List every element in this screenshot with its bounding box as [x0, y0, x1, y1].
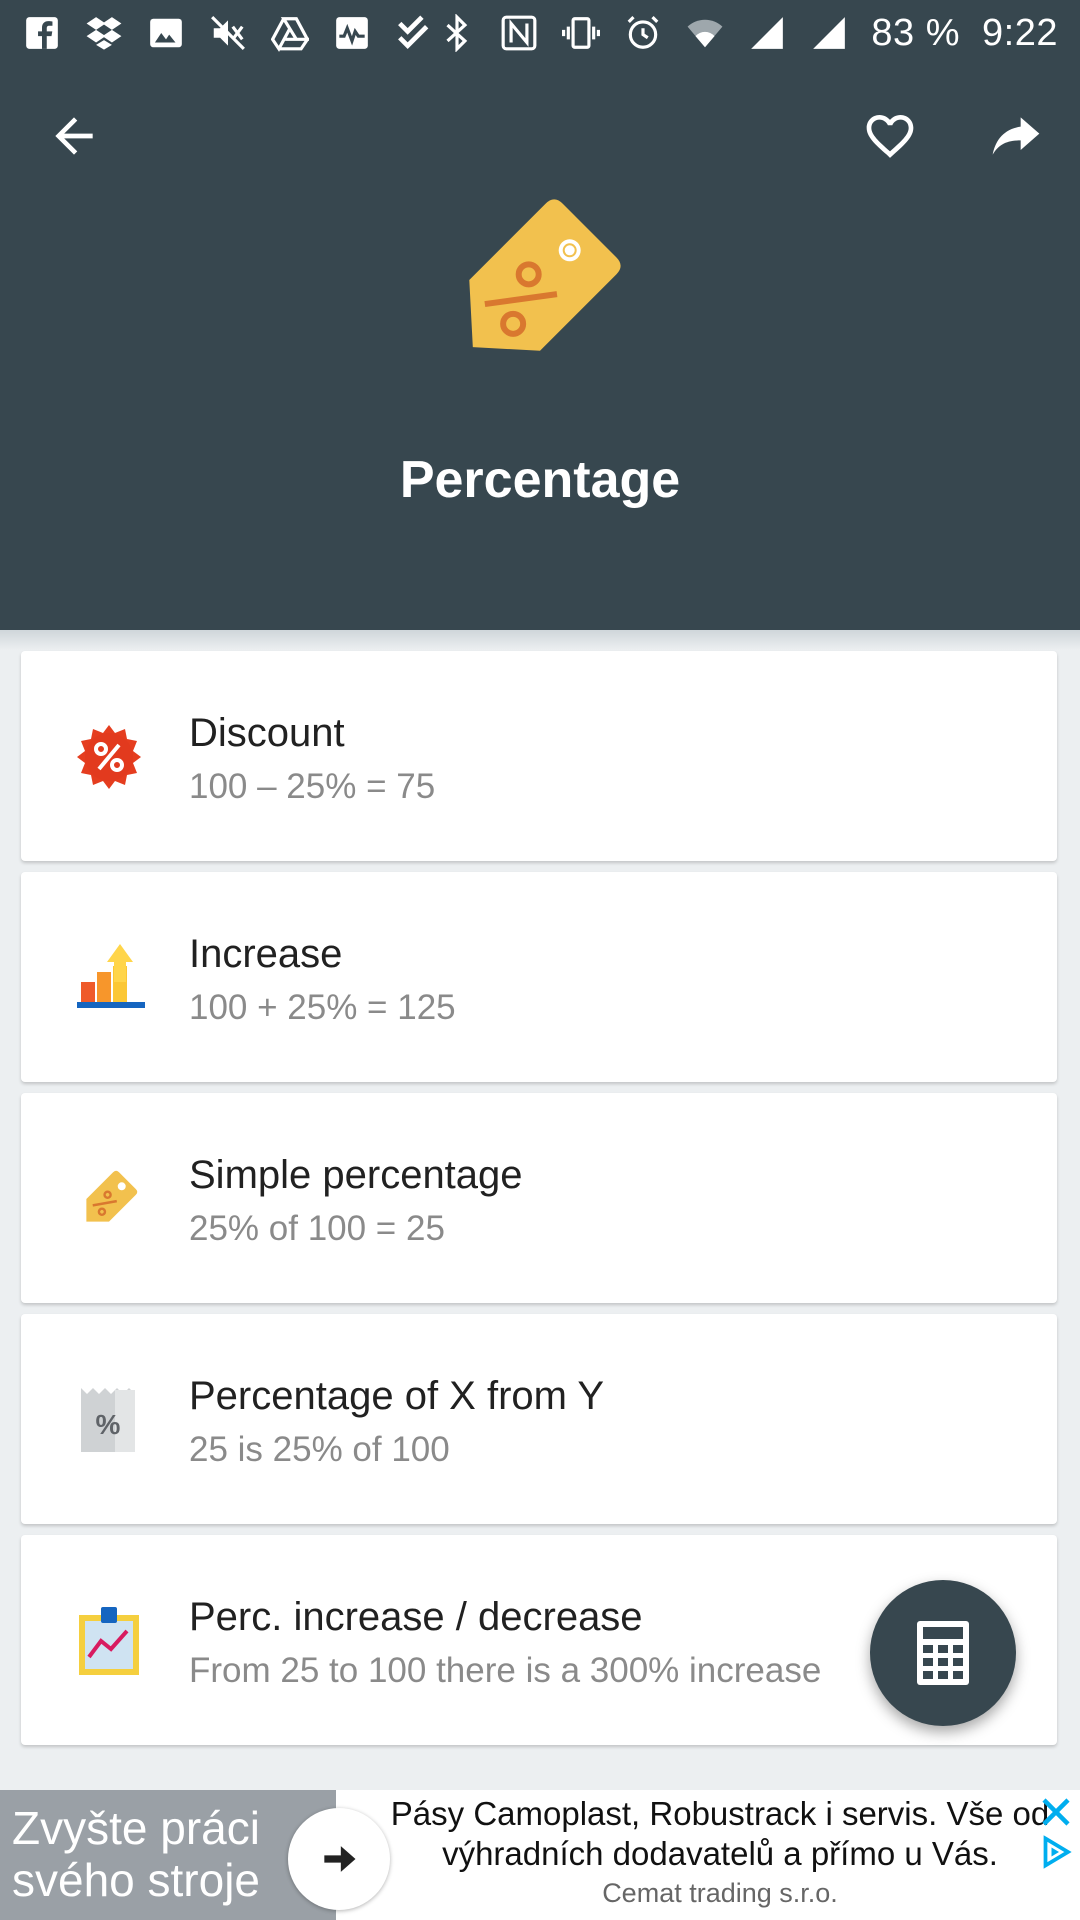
- vibrate-icon: [561, 13, 601, 53]
- ad-image-text[interactable]: Zvyšte práci svého stroje: [0, 1790, 336, 1920]
- signal-icon: [747, 13, 787, 53]
- wifi-icon: [685, 13, 725, 53]
- bluetooth-icon: [437, 13, 477, 53]
- arrow-right-icon: [324, 1846, 356, 1872]
- heart-outline-icon: [866, 115, 914, 158]
- calculator-icon: [917, 1621, 969, 1685]
- item-title: Simple percentage: [189, 1153, 523, 1197]
- list-item-percentage-of-x-from-y[interactable]: % Percentage of X from Y 25 is 25% of 10…: [21, 1314, 1057, 1524]
- checklist-icon: [394, 13, 434, 53]
- clipboard-chart-icon: [79, 1607, 139, 1675]
- percentage-tag-icon: [469, 199, 621, 351]
- share-button[interactable]: [980, 100, 1052, 172]
- drive-icon: [270, 13, 310, 53]
- clock: 9:22: [982, 11, 1058, 54]
- ad-open-button[interactable]: [288, 1808, 390, 1910]
- alarm-icon: [623, 13, 663, 53]
- list-item-discount[interactable]: Discount 100 – 25% = 75: [21, 651, 1057, 861]
- app-header: 83 % 9:22 Percentage: [0, 0, 1080, 630]
- list-item-increase[interactable]: Increase 100 + 25% = 125: [21, 872, 1057, 1082]
- item-subtitle: 100 – 25% = 75: [189, 767, 436, 806]
- price-tag-icon: [86, 1170, 138, 1222]
- receipt-percent-icon: %: [81, 1388, 135, 1452]
- arrow-back-icon: [55, 117, 93, 155]
- facebook-icon: [22, 13, 62, 53]
- list-item-simple-percentage[interactable]: Simple percentage 25% of 100 = 25: [21, 1093, 1057, 1303]
- item-subtitle: 25 is 25% of 100: [189, 1430, 450, 1469]
- svg-text:%: %: [96, 1409, 121, 1440]
- share-arrow-icon: [992, 117, 1040, 155]
- ad-left-line-2: svého stroje: [12, 1854, 261, 1906]
- dropbox-icon: [84, 13, 124, 53]
- item-title: Percentage of X from Y: [189, 1374, 605, 1418]
- ad-choices-icon[interactable]: [1038, 1834, 1074, 1870]
- battery-level: 83 %: [871, 11, 961, 54]
- ad-text[interactable]: Pásy Camoplast, Robustrack i servis. Vše…: [390, 1794, 1050, 1874]
- calculation-list: Discount 100 – 25% = 75 Increase 100 + 2…: [21, 651, 1057, 1756]
- status-bar: 83 % 9:22: [0, 0, 1080, 66]
- image-icon: [146, 13, 186, 53]
- signal-icon-2: [809, 13, 849, 53]
- ad-advertiser: Cemat trading s.r.o.: [602, 1878, 838, 1908]
- activity-icon: [332, 13, 372, 53]
- close-icon[interactable]: [1038, 1794, 1074, 1830]
- mute-icon: [208, 13, 248, 53]
- back-button[interactable]: [38, 100, 110, 172]
- item-title: Perc. increase / decrease: [189, 1595, 643, 1639]
- ad-banner[interactable]: Zvyšte práci svého stroje Pásy Camoplast…: [0, 1790, 1080, 1920]
- item-subtitle: 25% of 100 = 25: [189, 1209, 445, 1248]
- item-title: Discount: [189, 711, 345, 755]
- header-shadow: [0, 630, 1080, 650]
- ad-left-line-1: Zvyšte práci: [12, 1802, 260, 1854]
- calculator-button[interactable]: [870, 1580, 1016, 1726]
- item-subtitle: 100 + 25% = 125: [189, 988, 456, 1027]
- nfc-icon: [499, 13, 539, 53]
- favorite-button[interactable]: [854, 100, 926, 172]
- increase-chart-icon: [77, 944, 145, 1008]
- discount-badge-icon: [77, 725, 141, 789]
- item-subtitle: From 25 to 100 there is a 300% increase: [189, 1651, 822, 1690]
- page-title: Percentage: [399, 451, 681, 509]
- item-title: Increase: [189, 932, 343, 976]
